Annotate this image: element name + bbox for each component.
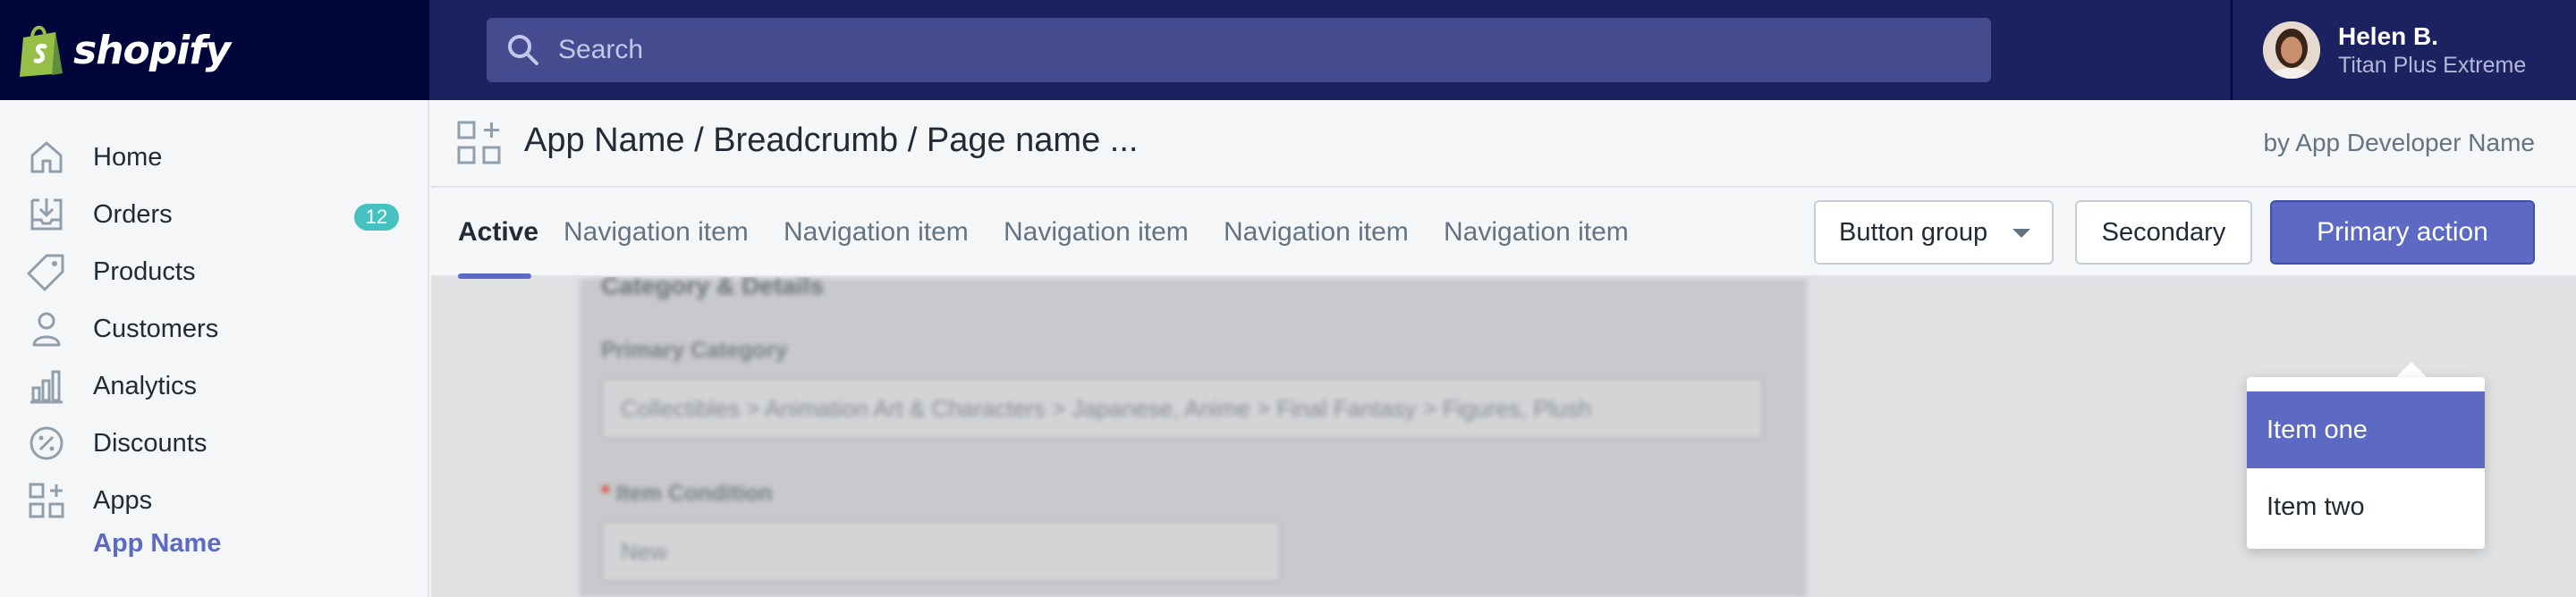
tab-navigation-item-5[interactable]: Navigation item [1444,188,1629,277]
home-icon [30,141,63,173]
search-input[interactable]: Search [487,18,1991,82]
secondary-button[interactable]: Secondary [2075,200,2252,265]
caret-down-icon [2012,229,2030,238]
sidebar-item-analytics[interactable]: Analytics [0,357,428,415]
sidebar-item-label: Customers [93,314,219,343]
search-placeholder: Search [558,35,644,64]
person-icon [32,312,61,347]
menu-item-one[interactable]: Item one [2247,391,2485,468]
sidebar-item-products[interactable]: Products [0,243,428,300]
sidebar-item-label: Analytics [93,371,198,400]
active-tab-indicator [458,273,531,279]
sidebar-item-label: Orders [93,199,173,229]
app-title-bar: App Name / Breadcrumb / Page name ... by… [431,100,2576,188]
avatar [2263,21,2320,79]
tab-navigation-item-2[interactable]: Navigation item [784,188,969,277]
tab-navigation-item-4[interactable]: Navigation item [1224,188,1409,277]
apps-icon [29,483,64,518]
primary-category-field[interactable]: Collectibles > Animation Art & Character… [601,377,1764,440]
shopify-bag-icon [20,25,63,77]
button-group-label: Button group [1839,217,1988,247]
menu-item-two[interactable]: Item two [2247,468,2485,545]
orders-count-badge: 12 [354,204,399,231]
app-developer[interactable]: by App Developer Name [2263,129,2535,157]
details-card: Category & Details Primary Category Coll… [580,272,1807,597]
tab-active[interactable]: Active [458,188,538,277]
store-name: Titan Plus Extreme [2338,53,2527,78]
page-title: App Name / Breadcrumb / Page name ... [524,122,1139,159]
required-marker: * [601,481,616,506]
sidebar-item-orders[interactable]: Orders 12 [0,186,428,243]
tab-navigation-item-3[interactable]: Navigation item [1004,188,1189,277]
brand-name: shopify [73,27,231,73]
tab-bar: Active Navigation item Navigation item N… [431,188,2576,279]
sidebar-item-label: Home [93,142,163,172]
sidebar-item-label: Products [93,256,196,286]
orders-icon [30,198,63,231]
main-area: Category & Details Primary Category Coll… [431,100,2576,597]
tag-icon [27,254,64,291]
primary-category-label: Primary Category [601,338,788,363]
sidebar-item-discounts[interactable]: Discounts [0,415,428,472]
sidebar-item-home[interactable]: Home [0,129,428,186]
sidebar: Home Orders 12 Products Customers Analyt… [0,100,429,597]
item-condition-label-text: Item Condition [615,481,773,506]
button-group-dropdown[interactable]: Button group [1814,200,2054,265]
shopify-logo[interactable]: shopify [0,0,429,100]
sidebar-item-label: Discounts [93,428,208,458]
sidebar-item-label: Apps [93,485,153,515]
item-condition-label: * Item Condition [601,481,773,507]
search-icon [508,35,538,65]
button-group-menu: Item one Item two [2247,377,2485,549]
top-bar: shopify Search Helen B. Titan Plus Extre… [0,0,2576,100]
user-name: Helen B. [2338,22,2439,50]
sidebar-subitem-app-name[interactable]: App Name [93,529,221,559]
discount-icon [30,426,64,460]
apps-icon [457,121,501,164]
sidebar-item-apps[interactable]: Apps [0,472,428,529]
primary-action-button[interactable]: Primary action [2270,200,2535,265]
tab-navigation-item-1[interactable]: Navigation item [564,188,749,277]
item-condition-select[interactable]: New [601,520,1281,583]
bar-chart-icon [30,370,63,404]
user-menu[interactable]: Helen B. Titan Plus Extreme [2231,0,2576,100]
sidebar-item-customers[interactable]: Customers [0,300,428,357]
